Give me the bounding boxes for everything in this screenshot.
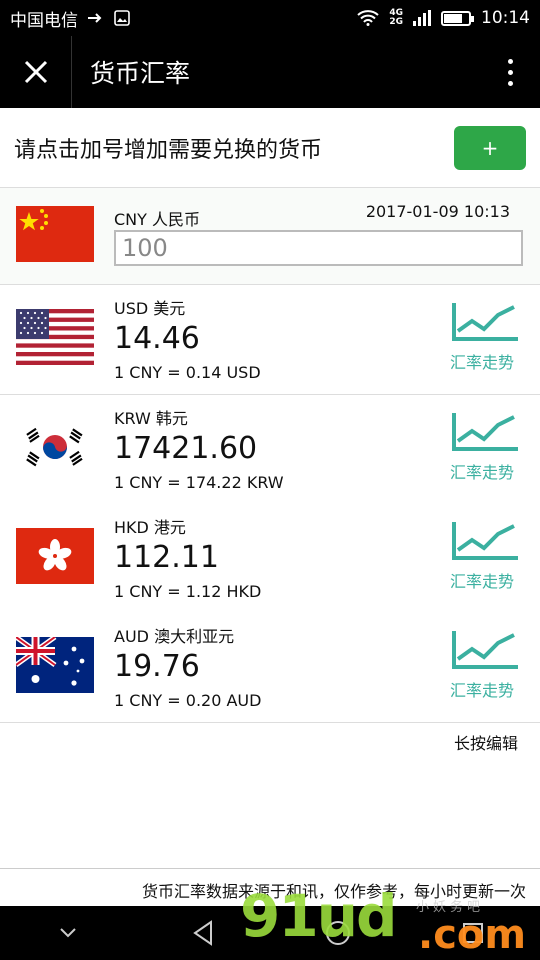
trend-label: 汇率走势 [450, 681, 515, 700]
currency-code: KRW 韩元 [114, 409, 188, 428]
trend-chart-icon [452, 522, 518, 560]
home-circle-icon [325, 921, 350, 945]
trend-chart-icon [452, 303, 518, 341]
close-button[interactable] [0, 36, 72, 108]
app-bar: 货币汇率 [0, 36, 540, 108]
image-notification-icon [114, 10, 130, 26]
nav-collapse-button[interactable] [48, 913, 88, 953]
currency-rate: 1 CNY = 1.12 HKD [114, 582, 262, 601]
currency-rate: 1 CNY = 0.14 USD [114, 363, 261, 382]
currency-code: HKD 港元 [114, 518, 186, 537]
close-icon [24, 60, 47, 84]
divider [0, 868, 540, 869]
battery-icon [441, 10, 474, 26]
currency-row-krw[interactable]: KRW 韩元 17421.60 1 CNY = 174.22 KRW 汇率走势 [0, 395, 540, 505]
nav-home-button[interactable] [318, 913, 358, 953]
base-currency-row: CNY 人民币 2017-01-09 10:13 [0, 188, 540, 285]
nav-recents-button[interactable] [453, 913, 493, 953]
more-button[interactable] [480, 36, 540, 108]
currency-value: 19.76 [114, 649, 200, 684]
long-press-edit-hint: 长按编辑 [453, 734, 518, 753]
recents-square-icon [462, 923, 483, 943]
hong-kong-flag-icon [16, 528, 94, 584]
status-bar: 中国电信 4G 2G 10:14 [0, 0, 540, 36]
chevron-down-icon [59, 928, 76, 938]
china-flag-icon [16, 206, 94, 262]
clock: 10:14 [481, 8, 530, 28]
more-vert-icon [507, 58, 513, 64]
trend-button-krw[interactable]: 汇率走势 [450, 411, 522, 489]
korea-flag-icon [16, 419, 94, 475]
add-currency-button[interactable]: + [454, 125, 526, 170]
currency-value: 17421.60 [114, 431, 258, 466]
trend-label: 汇率走势 [450, 463, 515, 482]
data-source-note: 货币汇率数据来源于和讯，仅作参考，每小时更新一次 [141, 882, 526, 901]
trend-button-hkd[interactable]: 汇率走势 [450, 520, 522, 598]
network-type: 4G 2G [389, 8, 403, 27]
signal-icon [413, 10, 431, 26]
trend-chart-icon [452, 413, 518, 451]
australia-flag-icon [16, 637, 94, 693]
data-saver-icon [88, 13, 102, 23]
currency-value: 14.46 [114, 321, 200, 356]
trend-chart-icon [452, 631, 518, 669]
usa-flag-icon [16, 309, 94, 365]
nav-back-button[interactable] [183, 913, 223, 953]
trend-label: 汇率走势 [450, 353, 515, 372]
trend-button-usd[interactable]: 汇率走势 [450, 301, 522, 379]
currency-rate: 1 CNY = 174.22 KRW [114, 473, 284, 492]
currency-row-usd[interactable]: USD 美元 14.46 1 CNY = 0.14 USD 汇率走势 [0, 285, 540, 395]
currency-row-aud[interactable]: AUD 澳大利亚元 19.76 1 CNY = 0.20 AUD 汇率走势 [0, 613, 540, 723]
base-currency-code: CNY 人民币 [114, 210, 201, 229]
currency-row-hkd[interactable]: HKD 港元 112.11 1 CNY = 1.12 HKD 汇率走势 [0, 504, 540, 614]
wifi-icon [357, 10, 380, 26]
back-triangle-icon [192, 920, 212, 946]
base-amount-input[interactable] [114, 230, 523, 266]
currency-code: USD 美元 [114, 299, 186, 318]
page-title: 货币汇率 [90, 59, 191, 88]
currency-value: 112.11 [114, 540, 219, 575]
trend-button-aud[interactable]: 汇率走势 [450, 629, 522, 707]
trend-label: 汇率走势 [450, 572, 515, 591]
system-nav-bar [0, 906, 540, 960]
add-hint-text: 请点击加号增加需要兑换的货币 [14, 137, 323, 163]
update-timestamp: 2017-01-09 10:13 [365, 202, 510, 221]
currency-code: AUD 澳大利亚元 [114, 627, 235, 646]
carrier-label: 中国电信 [10, 10, 78, 31]
add-currency-row: 请点击加号增加需要兑换的货币 + [0, 108, 540, 188]
currency-rate: 1 CNY = 0.20 AUD [114, 691, 262, 710]
